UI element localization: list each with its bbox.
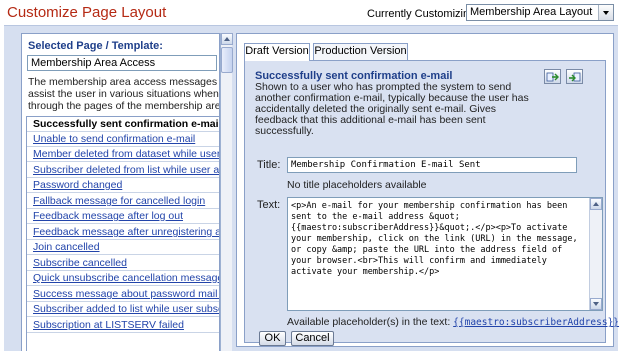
tab-draft-version[interactable]: Draft Version	[244, 43, 310, 61]
title-input[interactable]: Membership Confirmation E-mail Sent	[287, 157, 577, 173]
description-line: The membership area access messages are …	[28, 76, 219, 88]
placeholders-row: Available placeholder(s) in the text: {{…	[287, 316, 619, 328]
scroll-down-icon[interactable]	[590, 298, 602, 310]
title-label: Title:	[257, 159, 281, 171]
list-item-selected[interactable]: Successfully sent confirmation e-mail	[27, 117, 219, 132]
selected-page-heading: Selected Page / Template:	[28, 40, 163, 52]
revert-icon	[546, 72, 559, 82]
cancel-button[interactable]: Cancel	[291, 331, 334, 346]
page-title: Customize Page Layout	[7, 4, 167, 21]
list-item[interactable]: Feedback message after unregistering a u…	[27, 225, 219, 240]
template-list: Successfully sent confirmation e-mail Un…	[26, 116, 219, 351]
list-item[interactable]: Subscription at LISTSERV failed	[27, 318, 219, 333]
list-item[interactable]: Subscribe cancelled	[27, 256, 219, 271]
chevron-down-icon[interactable]	[598, 5, 613, 20]
publish-icon	[569, 72, 581, 82]
publish-button[interactable]	[566, 69, 583, 84]
customizing-label: Currently Customizing:	[367, 8, 479, 20]
ok-button[interactable]: OK	[259, 331, 286, 346]
text-content: <p>An e-mail for your membership confirm…	[291, 201, 583, 277]
editor-description: Shown to a user who has prompted the sys…	[255, 81, 529, 137]
list-item[interactable]: Subscriber added to list while user subs…	[27, 302, 219, 317]
placeholder-link[interactable]: {{maestro:subscriberAddress}}	[453, 317, 619, 328]
editor-panel: Draft Version Production Version Success…	[236, 33, 619, 347]
left-panel: Selected Page / Template: Membership Are…	[21, 33, 220, 351]
list-item[interactable]: Member deleted from dataset while user a…	[27, 147, 219, 162]
description-line: through the pages of the membership area…	[28, 100, 220, 112]
scroll-up-icon[interactable]	[590, 198, 602, 210]
list-item[interactable]: Join cancelled	[27, 240, 219, 255]
selected-page-description: The membership area access messages are …	[28, 76, 220, 112]
list-item[interactable]: Subscriber deleted from list while user …	[27, 163, 219, 178]
tab-production-version[interactable]: Production Version	[313, 43, 408, 60]
list-item[interactable]: Quick unsubscribe cancellation message	[27, 271, 219, 286]
revert-button[interactable]	[544, 69, 561, 84]
tab-body: Successfully sent confirmation e-mail Sh…	[244, 60, 619, 346]
list-item[interactable]: Feedback message after log out	[27, 209, 219, 224]
placeholders-label: Available placeholder(s) in the text:	[287, 316, 451, 328]
scroll-thumb[interactable]	[221, 47, 233, 73]
left-scrollbar[interactable]	[220, 33, 233, 351]
description-line: assist the user in various situations wh…	[28, 88, 219, 100]
customizing-select[interactable]: Membership Area Layout	[466, 4, 614, 21]
selected-page-field[interactable]: Membership Area Access	[27, 55, 217, 71]
text-scrollbar[interactable]	[589, 198, 602, 310]
text-label: Text:	[257, 199, 281, 211]
list-item[interactable]: Password changed	[27, 178, 219, 193]
title-hint: No title placeholders available	[287, 179, 427, 191]
list-item[interactable]: Unable to send confirmation e-mail	[27, 132, 219, 147]
customizing-select-value: Membership Area Layout	[470, 6, 593, 18]
list-item[interactable]: Success message about password mail deli…	[27, 287, 219, 302]
scroll-up-icon[interactable]	[221, 33, 233, 45]
text-input[interactable]: <p>An e-mail for your membership confirm…	[287, 197, 603, 311]
list-item[interactable]: Fallback message for cancelled login	[27, 194, 219, 209]
